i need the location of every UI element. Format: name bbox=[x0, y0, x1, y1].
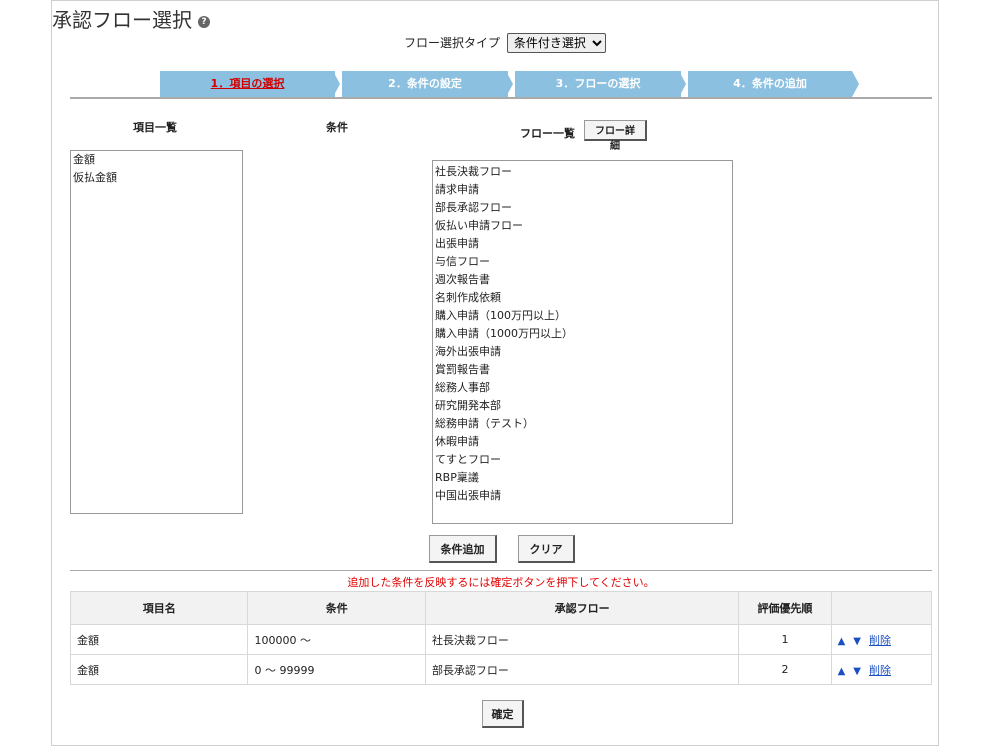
flow-type-label: フロー選択タイプ bbox=[404, 36, 501, 50]
list-item[interactable]: 仮払金額 bbox=[71, 169, 242, 187]
list-item[interactable]: 購入申請（1000万円以上） bbox=[433, 325, 732, 343]
confirm-button[interactable]: 確定 bbox=[482, 700, 524, 728]
col-header-actions bbox=[830, 591, 933, 625]
list-item[interactable]: 部長承認フロー bbox=[433, 199, 732, 217]
cell-actions: ▲ ▼ 削除 bbox=[830, 624, 933, 655]
clear-button[interactable]: クリア bbox=[518, 535, 575, 563]
move-up-icon[interactable]: ▲ bbox=[838, 636, 846, 647]
list-item[interactable]: てすとフロー bbox=[433, 451, 732, 469]
flow-type-row: フロー選択タイプ 条件付き選択 bbox=[404, 33, 606, 53]
table-header-row: 項目名 条件 承認フロー 評価優先順 bbox=[69, 591, 933, 625]
step-1-label: 1．項目の選択 bbox=[210, 77, 285, 90]
move-down-icon[interactable]: ▼ bbox=[853, 636, 861, 647]
step-2-label: 2．条件の設定 bbox=[388, 77, 462, 90]
cell-priority: 2 bbox=[738, 654, 832, 685]
list-item[interactable]: 総務人事部 bbox=[433, 379, 732, 397]
item-listbox[interactable]: 金額 仮払金額 bbox=[70, 150, 243, 514]
col-header-priority: 評価優先順 bbox=[738, 591, 832, 625]
step-divider-arrow bbox=[506, 71, 513, 97]
list-item[interactable]: 中国出張申請 bbox=[433, 487, 732, 505]
list-item[interactable]: 名刺作成依頼 bbox=[433, 289, 732, 307]
page-title-text: 承認フロー選択 bbox=[52, 8, 192, 32]
list-item[interactable]: 与信フロー bbox=[433, 253, 732, 271]
page-title: 承認フロー選択? bbox=[52, 4, 210, 33]
top-divider bbox=[70, 97, 932, 99]
list-item[interactable]: RBP稟議 bbox=[433, 469, 732, 487]
step-2[interactable]: 2．条件の設定 bbox=[342, 71, 508, 97]
list-item[interactable]: 請求申請 bbox=[433, 181, 732, 199]
flow-type-select[interactable]: 条件付き選択 bbox=[506, 33, 606, 53]
cell-item: 金額 bbox=[69, 654, 249, 685]
flow-detail-button[interactable]: フロー詳細 bbox=[584, 120, 647, 152]
delete-link[interactable]: 削除 bbox=[869, 634, 891, 647]
cell-condition: 0 ～ 99999 bbox=[247, 654, 426, 685]
bottom-divider bbox=[70, 570, 932, 571]
list-item[interactable]: 休暇申請 bbox=[433, 433, 732, 451]
flow-listbox[interactable]: 社長決裁フロー 請求申請 部長承認フロー 仮払い申請フロー 出張申請 与信フロー… bbox=[432, 160, 733, 524]
move-up-icon[interactable]: ▲ bbox=[838, 666, 846, 677]
step-progress-bar: 1．項目の選択 2．条件の設定 3．フローの選択 4．条件の追加 bbox=[160, 71, 860, 97]
cell-flow: 社長決裁フロー bbox=[424, 624, 740, 655]
list-item[interactable]: 金額 bbox=[71, 151, 242, 169]
condition-table: 項目名 条件 承認フロー 評価優先順 金額 100000 ～ 社長決裁フロー 1… bbox=[69, 591, 933, 685]
list-item[interactable]: 週次報告書 bbox=[433, 271, 732, 289]
col-header-item: 項目名 bbox=[69, 591, 249, 625]
table-row: 金額 100000 ～ 社長決裁フロー 1 ▲ ▼ 削除 bbox=[69, 624, 933, 655]
conditions-column-title: 条件 bbox=[326, 121, 348, 134]
list-item[interactable]: 研究開発本部 bbox=[433, 397, 732, 415]
step-3[interactable]: 3．フローの選択 bbox=[515, 71, 681, 97]
items-column-title: 項目一覧 bbox=[133, 121, 177, 134]
step-1[interactable]: 1．項目の選択 bbox=[160, 71, 335, 97]
step-4-label: 4．条件の追加 bbox=[733, 77, 807, 90]
step-divider-arrow bbox=[679, 71, 686, 97]
cell-actions: ▲ ▼ 削除 bbox=[830, 654, 933, 685]
flows-column-title: フロー一覧 bbox=[520, 127, 575, 140]
move-down-icon[interactable]: ▼ bbox=[853, 666, 861, 677]
col-header-flow: 承認フロー bbox=[424, 591, 740, 625]
cell-flow: 部長承認フロー bbox=[424, 654, 740, 685]
table-row: 金額 0 ～ 99999 部長承認フロー 2 ▲ ▼ 削除 bbox=[69, 654, 933, 685]
add-condition-button[interactable]: 条件追加 bbox=[429, 535, 497, 563]
list-item[interactable]: 購入申請（100万円以上） bbox=[433, 307, 732, 325]
list-item[interactable]: 総務申請（テスト） bbox=[433, 415, 732, 433]
cell-item: 金額 bbox=[69, 624, 249, 655]
list-item[interactable]: 仮払い申請フロー bbox=[433, 217, 732, 235]
step-4[interactable]: 4．条件の追加 bbox=[688, 71, 852, 97]
list-item[interactable]: 社長決裁フロー bbox=[433, 163, 732, 181]
list-item[interactable]: 海外出張申請 bbox=[433, 343, 732, 361]
col-header-condition: 条件 bbox=[247, 591, 426, 625]
delete-link[interactable]: 削除 bbox=[869, 664, 891, 677]
cell-priority: 1 bbox=[738, 624, 832, 655]
cell-condition: 100000 ～ bbox=[247, 624, 426, 655]
help-icon[interactable]: ? bbox=[198, 15, 210, 28]
step-3-label: 3．フローの選択 bbox=[555, 77, 641, 90]
confirm-note: 追加した条件を反映するには確定ボタンを押下してください。 bbox=[347, 576, 655, 589]
list-item[interactable]: 賞罰報告書 bbox=[433, 361, 732, 379]
step-divider-arrow bbox=[333, 71, 340, 97]
step-end-arrow bbox=[852, 71, 859, 97]
list-item[interactable]: 出張申請 bbox=[433, 235, 732, 253]
